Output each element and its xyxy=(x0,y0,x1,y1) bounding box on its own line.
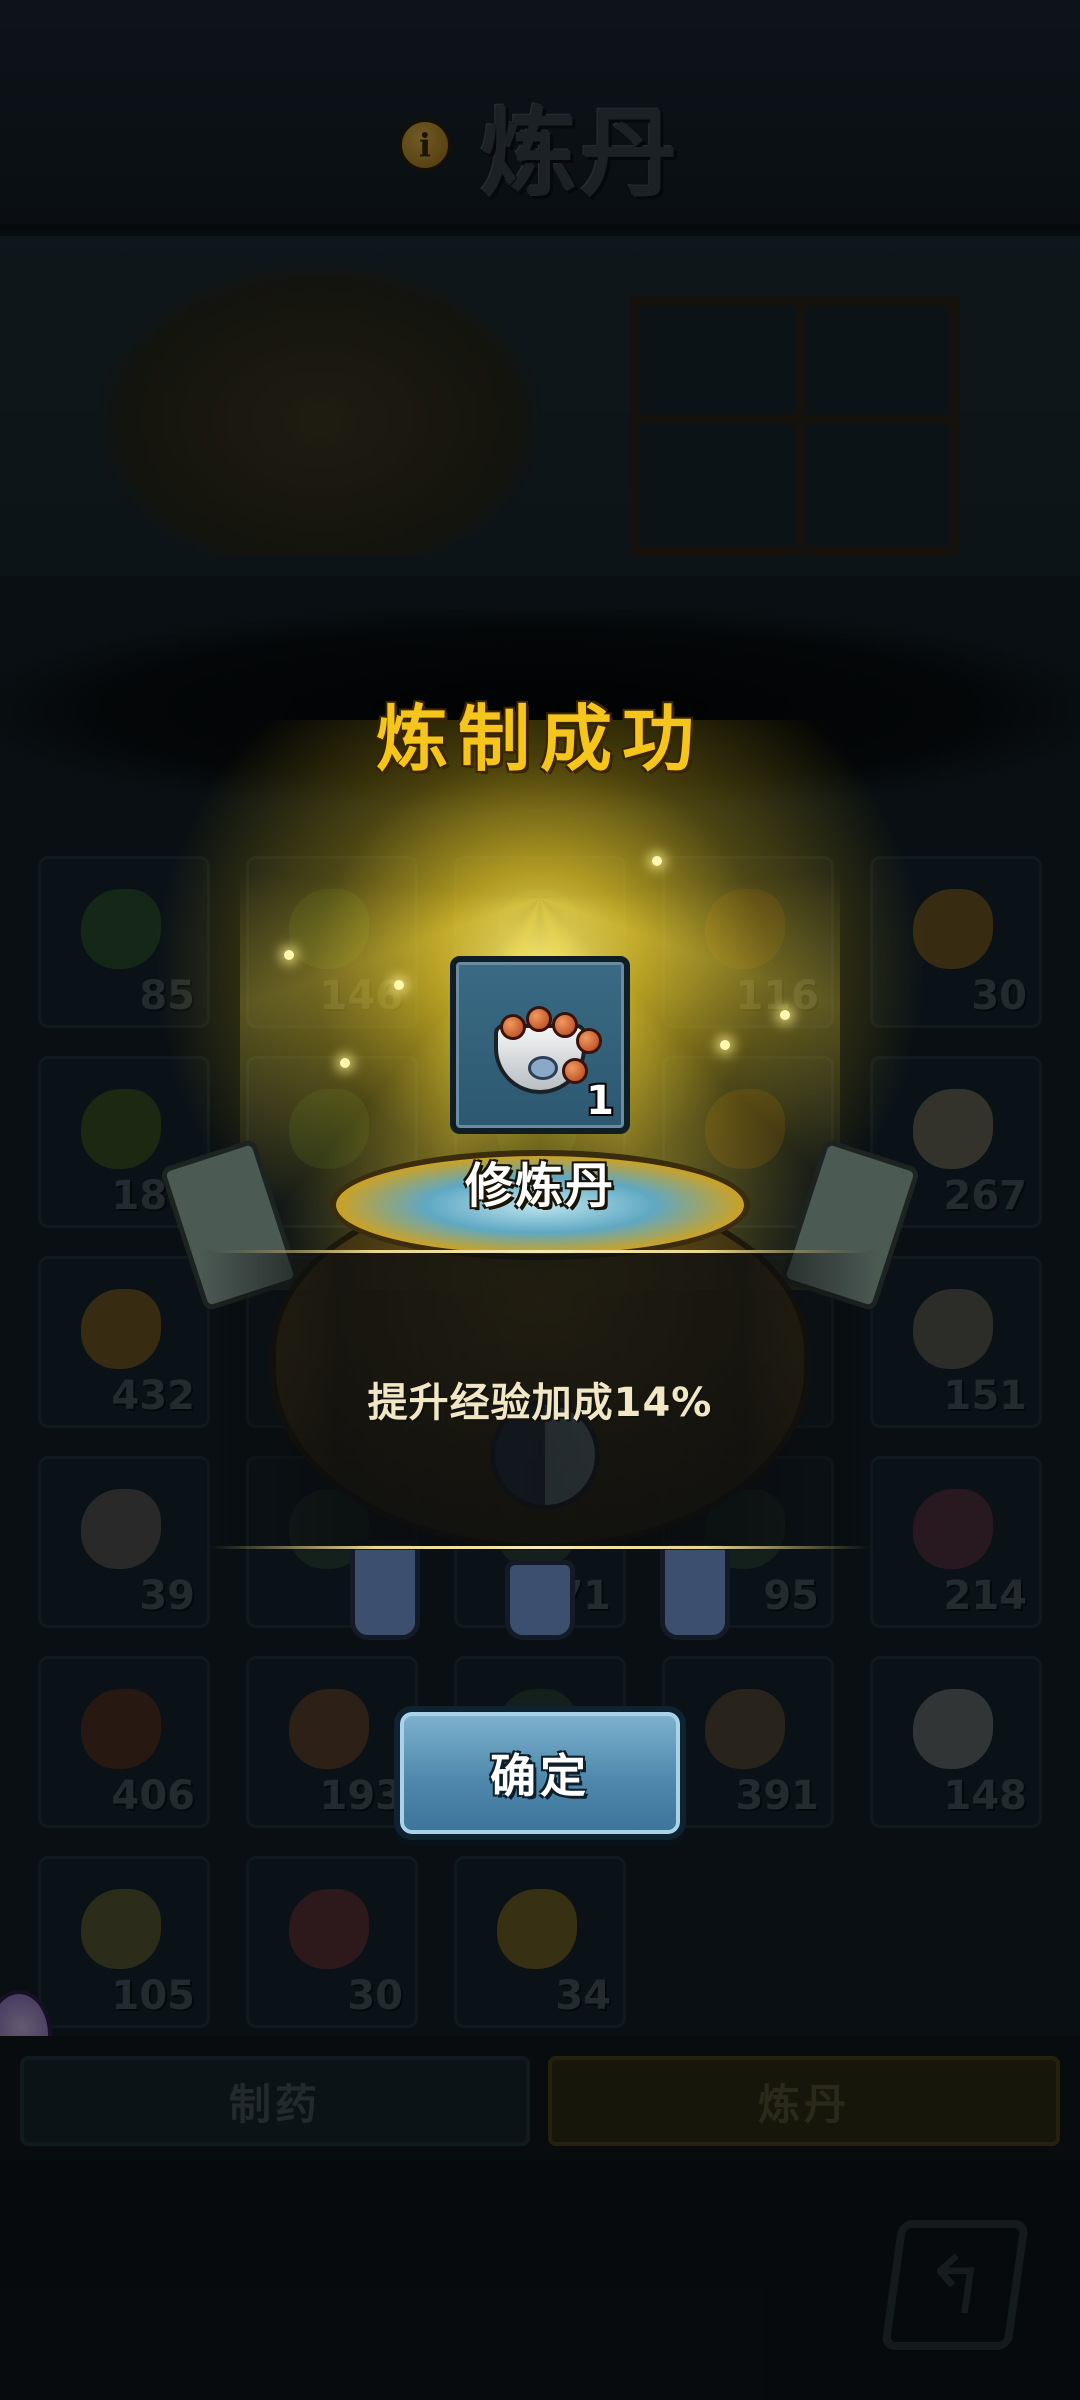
sparkle-icon xyxy=(652,856,662,866)
reward-item-card[interactable]: 1 xyxy=(450,956,630,1134)
item-count: 1 xyxy=(586,1078,614,1124)
sparkle-icon xyxy=(780,1010,790,1020)
divider xyxy=(210,1546,870,1549)
result-title: 炼制成功 xyxy=(375,696,704,781)
pill-icon xyxy=(526,1006,552,1032)
item-name: 修炼丹 xyxy=(464,1158,615,1214)
confirm-button[interactable]: 确定 xyxy=(394,1706,686,1840)
pill-icon xyxy=(576,1028,602,1054)
sparkle-icon xyxy=(284,950,294,960)
effect-description: 提升经验加成14% xyxy=(367,1380,713,1426)
pill-icon xyxy=(500,1014,526,1040)
cauldron-leg xyxy=(350,1540,420,1640)
sparkle-icon xyxy=(720,1040,730,1050)
confirm-button-label: 确定 xyxy=(490,1749,590,1803)
cauldron-leg xyxy=(660,1540,730,1640)
cauldron-leg xyxy=(505,1560,575,1640)
sparkle-icon xyxy=(394,980,404,990)
divider xyxy=(210,1250,870,1253)
sparkle-icon xyxy=(340,1058,350,1068)
pill-icon xyxy=(552,1012,578,1038)
pill-icon xyxy=(562,1058,588,1084)
